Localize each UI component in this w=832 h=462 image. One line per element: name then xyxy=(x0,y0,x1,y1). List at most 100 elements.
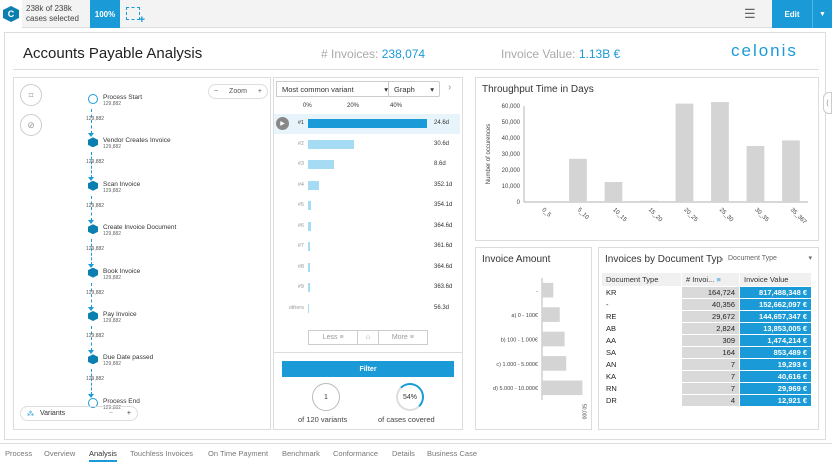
document-type-dropdown[interactable]: Document Type ▾ xyxy=(723,250,817,266)
table-row[interactable]: DR 4 12,921 € xyxy=(601,394,812,407)
y-tick-label: 30,000 xyxy=(502,152,521,158)
variant-row[interactable]: #2 30.6d xyxy=(274,135,460,155)
variant-throughput: 30.6d xyxy=(434,140,450,147)
variant-bar xyxy=(308,139,355,149)
variant-explorer: Most common variant ▾ Graph ▾ › 0% 20% 40%… xyxy=(273,77,463,430)
variant-label: #4 xyxy=(297,181,304,188)
variant-label: #3 xyxy=(297,161,304,167)
variants-increase-button[interactable]: + xyxy=(127,410,131,417)
selection-info: 238k of 238k cases selected xyxy=(26,4,79,24)
process-node-label: Process Start xyxy=(103,94,143,101)
menu-icon[interactable]: ☰ xyxy=(744,6,756,22)
top-bar: C 238k of 238k cases selected 100% + ☰ E… xyxy=(0,0,832,28)
table-row[interactable]: KR 164,724 817,488,348 € xyxy=(601,286,812,299)
variant-row[interactable]: #5 354.1d xyxy=(274,196,460,216)
process-node-count: 129,882 xyxy=(103,187,122,194)
variants-slider[interactable]: ⁂ Variants − + xyxy=(20,406,138,421)
graph-selector[interactable]: Graph ▾ xyxy=(388,81,440,97)
table-row[interactable]: AB 2,824 13,853,005 € xyxy=(601,322,812,335)
amount-bar xyxy=(542,356,567,371)
variant-label: others xyxy=(288,304,304,311)
tab-analysis[interactable]: Analysis xyxy=(89,449,117,462)
x-tick-label: 10_15 xyxy=(611,207,628,224)
hide-icon[interactable]: ⊘ xyxy=(20,114,42,136)
cases-covered-caption: of cases covered xyxy=(378,415,435,424)
col-invoice-count[interactable]: # Invoi... ≡ xyxy=(681,272,740,287)
tab-overview[interactable]: Overview xyxy=(44,449,75,458)
amount-category-label: b) 100 - 1.000€ xyxy=(501,337,538,343)
variants-caption: of 120 variants xyxy=(298,415,348,424)
invoice-value-cell: 817,488,348 € xyxy=(739,286,812,299)
y-tick-label: 20,000 xyxy=(502,168,521,174)
zoom-control[interactable]: − Zoom + xyxy=(208,84,268,99)
table-row[interactable]: -40,356 152,662,097 € xyxy=(601,298,812,311)
edit-button[interactable]: Edit xyxy=(772,0,812,28)
start-icon xyxy=(88,94,98,104)
col-document-type[interactable]: Document Type xyxy=(601,272,682,287)
tab-business-case[interactable]: Business Case xyxy=(427,449,477,458)
variants-decrease-button[interactable]: − xyxy=(109,410,113,417)
variant-row[interactable]: #8 364.6d xyxy=(274,258,460,278)
add-selection-icon[interactable]: + xyxy=(126,7,145,26)
more-button[interactable]: More ≡ xyxy=(379,331,427,344)
variant-row[interactable]: #9 363.6d xyxy=(274,278,460,298)
throughput-bar xyxy=(782,140,800,202)
document-type-cell: RN xyxy=(601,382,682,395)
process-node-count: 129,882 xyxy=(103,144,122,151)
variant-throughput: 352.1d xyxy=(434,181,453,188)
edit-dropdown-icon[interactable]: ▼ xyxy=(812,0,832,28)
invoice-count-cell: 2,824 xyxy=(681,322,740,335)
process-node-count: 129,882 xyxy=(103,361,122,368)
process-explorer: ⌗ ⊘ − Zoom + Process Start 129,882 129,882 Ve… xyxy=(13,77,271,430)
activity-icon xyxy=(88,354,98,365)
tab-touchless-invoices[interactable]: Touchless Invoices xyxy=(130,449,193,458)
variants-icon: ⁂ xyxy=(27,410,34,418)
document-type-cell: KR xyxy=(601,286,682,299)
table-row[interactable]: RE 29,672 144,657,347 € xyxy=(601,310,812,323)
process-node-label: Due Date passed xyxy=(103,354,154,362)
table-row[interactable]: AN 7 19,293 € xyxy=(601,358,812,371)
variant-row[interactable]: ▶ #1 24.6d xyxy=(274,114,460,134)
table-row[interactable]: RN 7 29,969 € xyxy=(601,382,812,395)
variant-row[interactable]: #7 361.6d xyxy=(274,237,460,257)
layout-icon[interactable]: ⌗ xyxy=(20,84,42,106)
table-row[interactable]: KA 7 40,616 € xyxy=(601,370,812,383)
filter-button[interactable]: Filter xyxy=(282,361,454,377)
less-more-control: Less ≡ ⌂ More ≡ xyxy=(308,330,428,345)
variant-selector[interactable]: Most common variant ▾ xyxy=(276,81,394,97)
x-tick-label: 20_25 xyxy=(682,207,699,224)
page-title: Accounts Payable Analysis xyxy=(23,45,203,62)
side-panel-toggle[interactable]: ( xyxy=(823,92,832,114)
process-node-label: Vendor Creates Invoice xyxy=(103,137,171,145)
variant-bar xyxy=(308,262,310,272)
variant-row[interactable]: #3 8.6d xyxy=(274,155,460,175)
tab-conformance[interactable]: Conformance xyxy=(333,449,378,458)
throughput-bar xyxy=(746,146,765,202)
throughput-bar xyxy=(569,158,587,202)
col-invoice-value[interactable]: Invoice Value xyxy=(739,272,812,287)
tab-details[interactable]: Details xyxy=(392,449,415,458)
variant-row[interactable]: #6 364.6d xyxy=(274,217,460,237)
next-icon[interactable]: › xyxy=(448,82,451,93)
variant-bar xyxy=(308,303,310,313)
variant-row[interactable]: others 56.3d xyxy=(274,299,460,319)
variant-bar xyxy=(308,180,319,190)
variant-throughput: 56.3d xyxy=(434,304,450,311)
tab-process[interactable]: Process xyxy=(5,449,32,458)
tab-on-time-payment[interactable]: On Time Payment xyxy=(208,449,268,458)
app-logo[interactable]: C xyxy=(0,0,22,28)
process-node-count: 129,882 xyxy=(103,274,122,281)
tab-benchmark[interactable]: Benchmark xyxy=(282,449,320,458)
table-row[interactable]: AA 309 1,474,214 € xyxy=(601,334,812,347)
home-icon[interactable]: ⌂ xyxy=(358,331,379,344)
x-tick-label: 30_35 xyxy=(753,207,770,224)
variant-throughput: 364.6d xyxy=(434,263,453,270)
variant-row[interactable]: #4 352.1d xyxy=(274,176,460,196)
table-row[interactable]: SA 164 853,489 € xyxy=(601,346,812,359)
less-button[interactable]: Less ≡ xyxy=(309,331,359,344)
invoice-value-cell: 1,474,214 € xyxy=(739,334,812,347)
process-edge-count: 129,882 xyxy=(86,246,105,253)
axis-tick: 40% xyxy=(390,103,403,109)
sort-icon[interactable]: ≡ xyxy=(716,275,720,284)
variant-label: #2 xyxy=(297,140,304,147)
